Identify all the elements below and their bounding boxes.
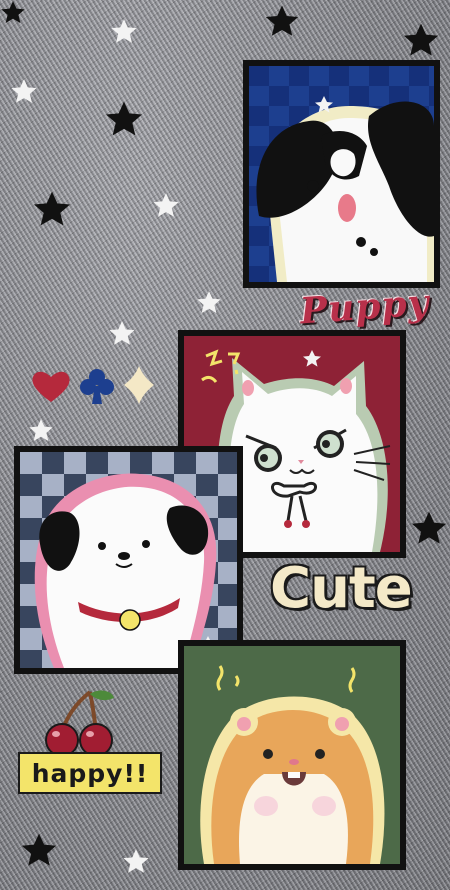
happy-label-sticker: happy!!: [18, 752, 162, 794]
star-icon: [11, 79, 37, 103]
star-icon: [123, 849, 149, 873]
heart-icon: [32, 371, 70, 402]
frame-hamster: [178, 640, 406, 870]
star-icon: [109, 321, 135, 345]
star-icon: [1, 1, 25, 23]
cherry-icon: [45, 690, 114, 757]
star-icon: [29, 419, 53, 441]
star-icon: [197, 291, 221, 313]
star-icon: [153, 193, 179, 217]
frame-puppy-blackwhite: [243, 60, 440, 288]
star-icon: [403, 23, 439, 56]
cute-word-sticker: Cute: [270, 556, 413, 621]
star-icon: [34, 191, 70, 226]
club-icon: [80, 369, 114, 404]
star-icon: [111, 19, 137, 43]
hamster-illustration: [184, 646, 400, 864]
star-icon: [21, 833, 57, 866]
diamond-icon: [124, 366, 154, 404]
denim-wallpaper: Puppy Cute happy!!: [0, 0, 450, 890]
star-icon: [106, 101, 142, 136]
puppy-blackwhite-illustration: [249, 66, 434, 282]
star-icon: [411, 511, 447, 544]
puppy-fluffy-illustration: [20, 452, 237, 668]
puppy-word-sticker: Puppy: [298, 281, 431, 333]
star-icon: [265, 5, 299, 36]
